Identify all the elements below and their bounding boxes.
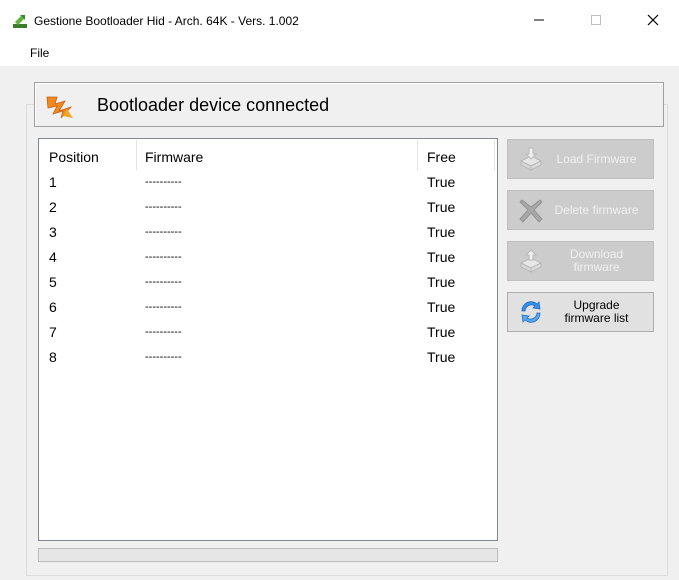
upgrade-firmware-list-label: Upgrade firmware list bbox=[548, 299, 653, 325]
window-title: Gestione Bootloader Hid - Arch. 64K - Ve… bbox=[34, 14, 299, 28]
download-firmware-button[interactable]: Download firmware bbox=[507, 241, 654, 281]
cell-position: 1 bbox=[49, 174, 57, 190]
upgrade-firmware-list-button[interactable]: Upgrade firmware list bbox=[507, 292, 654, 332]
cell-firmware: ---------- bbox=[145, 251, 182, 263]
title-bar: Gestione Bootloader Hid - Arch. 64K - Ve… bbox=[0, 0, 679, 40]
column-header-firmware[interactable]: Firmware bbox=[145, 149, 203, 165]
cell-free: True bbox=[427, 299, 456, 315]
table-row[interactable]: 2 ---------- True bbox=[39, 199, 497, 224]
table-row[interactable]: 1 ---------- True bbox=[39, 174, 497, 199]
load-firmware-button[interactable]: Load Firmware bbox=[507, 139, 654, 179]
cell-position: 8 bbox=[49, 349, 57, 365]
load-firmware-label: Load Firmware bbox=[556, 151, 637, 166]
delete-firmware-label: Delete firmware bbox=[554, 202, 639, 217]
cell-firmware: ---------- bbox=[145, 201, 182, 213]
cell-free: True bbox=[427, 349, 456, 365]
table-row[interactable]: 7 ---------- True bbox=[39, 324, 497, 349]
column-separator[interactable] bbox=[136, 140, 137, 171]
upgrade-label-line1: Upgrade bbox=[573, 298, 620, 312]
download-label-line1: Download bbox=[569, 247, 624, 261]
cell-firmware: ---------- bbox=[145, 301, 182, 313]
column-separator[interactable] bbox=[417, 140, 418, 171]
cell-free: True bbox=[427, 174, 456, 190]
cell-firmware: ---------- bbox=[145, 276, 182, 288]
progress-bar bbox=[38, 548, 498, 562]
column-header-free[interactable]: Free bbox=[427, 149, 456, 165]
load-firmware-icon bbox=[514, 147, 548, 171]
download-label-line2: firmware bbox=[573, 260, 620, 274]
cell-firmware: ---------- bbox=[145, 226, 182, 238]
cell-position: 4 bbox=[49, 249, 57, 265]
firmware-list[interactable]: Position Firmware Free 1 ---------- True… bbox=[38, 138, 498, 541]
cell-firmware: ---------- bbox=[145, 326, 182, 338]
arrow-down-green-icon bbox=[12, 13, 28, 29]
column-header-position[interactable]: Position bbox=[49, 149, 99, 165]
table-row[interactable]: 3 ---------- True bbox=[39, 224, 497, 249]
cell-firmware: ---------- bbox=[145, 176, 182, 188]
lightning-orange-icon bbox=[45, 91, 75, 119]
menu-file[interactable]: File bbox=[30, 46, 49, 60]
delete-x-icon bbox=[514, 197, 548, 223]
menu-bar bbox=[0, 40, 679, 66]
download-firmware-label: Download firmware bbox=[548, 248, 653, 274]
cell-position: 6 bbox=[49, 299, 57, 315]
upgrade-label-line2: firmware list bbox=[564, 311, 629, 325]
app-window: Gestione Bootloader Hid - Arch. 64K - Ve… bbox=[0, 0, 679, 580]
cell-position: 5 bbox=[49, 274, 57, 290]
cell-firmware: ---------- bbox=[145, 351, 182, 363]
table-row[interactable]: 6 ---------- True bbox=[39, 299, 497, 324]
cell-free: True bbox=[427, 199, 456, 215]
refresh-arrows-icon bbox=[514, 299, 548, 325]
table-row[interactable]: 8 ---------- True bbox=[39, 349, 497, 374]
table-row[interactable]: 5 ---------- True bbox=[39, 274, 497, 299]
cell-free: True bbox=[427, 274, 456, 290]
cell-position: 7 bbox=[49, 324, 57, 340]
cell-free: True bbox=[427, 324, 456, 340]
minimize-button[interactable] bbox=[516, 0, 562, 40]
cell-free: True bbox=[427, 249, 456, 265]
maximize-button[interactable] bbox=[573, 0, 619, 40]
download-firmware-icon bbox=[514, 249, 548, 273]
status-panel: Bootloader device connected bbox=[34, 82, 664, 127]
close-button[interactable] bbox=[630, 0, 676, 40]
table-row[interactable]: 4 ---------- True bbox=[39, 249, 497, 274]
cell-free: True bbox=[427, 224, 456, 240]
cell-position: 2 bbox=[49, 199, 57, 215]
column-separator[interactable] bbox=[494, 140, 495, 171]
cell-position: 3 bbox=[49, 224, 57, 240]
status-text: Bootloader device connected bbox=[97, 95, 330, 115]
delete-firmware-button[interactable]: Delete firmware bbox=[507, 190, 654, 230]
